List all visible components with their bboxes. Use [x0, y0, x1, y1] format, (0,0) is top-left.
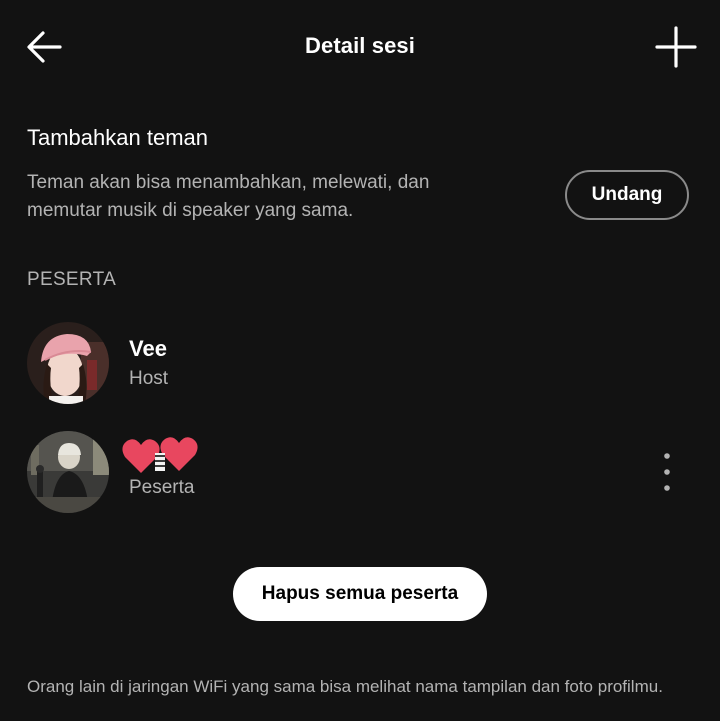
avatar — [27, 431, 109, 513]
invite-button[interactable]: Undang — [565, 170, 689, 220]
participant-role: Peserta — [129, 477, 195, 498]
add-friends-title: Tambahkan teman — [27, 125, 208, 150]
heart-icon — [122, 439, 160, 473]
wifi-privacy-note: Orang lain di jaringan WiFi yang sama bi… — [27, 677, 663, 696]
add-friends-description: Teman akan bisa menambahkan, melewati, d… — [27, 172, 430, 221]
more-vertical-icon — [664, 453, 670, 491]
plus-icon — [655, 26, 697, 68]
more-options-button[interactable] — [655, 451, 679, 493]
participant-row-guest[interactable]: Peserta — [27, 431, 693, 513]
add-button[interactable] — [654, 25, 698, 69]
remove-all-participants-button[interactable]: Hapus semua peserta — [233, 567, 487, 621]
zebra-icon — [155, 453, 165, 471]
participant-role: Host — [129, 368, 169, 389]
participant-name: Vee — [129, 336, 167, 361]
heart-icon — [160, 437, 198, 471]
participant-name — [121, 435, 201, 475]
header: Detail sesi — [0, 0, 720, 94]
participant-row-host[interactable]: Vee Host — [27, 322, 693, 404]
page-title: Detail sesi — [305, 33, 415, 58]
avatar — [27, 322, 109, 404]
participants-label: PESERTA — [27, 269, 117, 290]
